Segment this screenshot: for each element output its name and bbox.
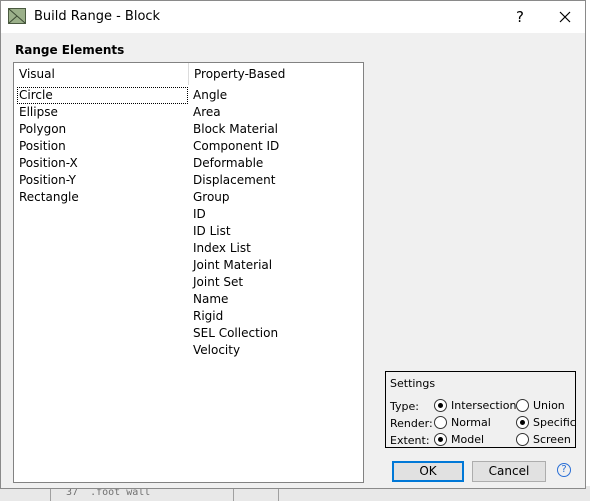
list-item-position-y[interactable]: Position-Y <box>17 172 188 189</box>
list-item-joint-set[interactable]: Joint Set <box>191 274 351 291</box>
radio-indicator[interactable] <box>434 416 447 429</box>
list-item-angle[interactable]: Angle <box>191 87 351 104</box>
list-item-sel-collection[interactable]: SEL Collection <box>191 325 351 342</box>
type-label: Type: <box>390 400 419 413</box>
list-item-joint-material[interactable]: Joint Material <box>191 257 351 274</box>
list-item-id-list[interactable]: ID List <box>191 223 351 240</box>
radio-type-intersection[interactable]: Intersection <box>434 399 516 412</box>
list-item-component-id[interactable]: Component ID <box>191 138 351 155</box>
list-item-block-material[interactable]: Block Material <box>191 121 351 138</box>
list-item-circle[interactable]: Circle <box>17 87 188 104</box>
range-elements-label: Range Elements <box>15 43 125 57</box>
extent-label: Extent: <box>390 434 430 447</box>
list-item-rectangle[interactable]: Rectangle <box>17 189 188 206</box>
radio-indicator[interactable] <box>516 433 529 446</box>
column-header-visual[interactable]: Visual <box>14 63 188 85</box>
property-based-list: Angle Area Block Material Component ID D… <box>191 87 351 359</box>
radio-extent-model[interactable]: Model <box>434 433 484 446</box>
radio-render-normal[interactable]: Normal <box>434 416 491 429</box>
list-item-id[interactable]: ID <box>191 206 351 223</box>
help-icon[interactable]: ? <box>557 463 571 477</box>
build-range-dialog: Build Range - Block ? Range Elements Vis… <box>0 0 586 489</box>
app-icon <box>8 8 26 24</box>
range-elements-list[interactable]: Visual Property-Based Circle Ellipse Pol… <box>13 62 364 483</box>
help-titlebar-icon[interactable]: ? <box>506 5 534 29</box>
window-title: Build Range - Block <box>34 9 161 24</box>
radio-indicator[interactable] <box>434 433 447 446</box>
column-header-property-based[interactable]: Property-Based <box>188 63 360 85</box>
radio-indicator[interactable] <box>516 399 529 412</box>
close-icon[interactable] <box>546 5 584 29</box>
radio-extent-screen[interactable]: Screen <box>516 433 571 446</box>
list-item-group[interactable]: Group <box>191 189 351 206</box>
list-item-position[interactable]: Position <box>17 138 188 155</box>
list-item-position-x[interactable]: Position-X <box>17 155 188 172</box>
list-item-polygon[interactable]: Polygon <box>17 121 188 138</box>
list-item-rigid[interactable]: Rigid <box>191 308 351 325</box>
radio-indicator[interactable] <box>516 416 529 429</box>
cancel-button[interactable]: Cancel <box>472 461 546 482</box>
settings-title: Settings <box>390 377 436 390</box>
ok-button[interactable]: OK <box>392 461 464 482</box>
visual-list: Circle Ellipse Polygon Position Position… <box>17 87 188 206</box>
render-label: Render: <box>390 417 433 430</box>
radio-type-union[interactable]: Union <box>516 399 565 412</box>
list-item-index-list[interactable]: Index List <box>191 240 351 257</box>
list-item-ellipse[interactable]: Ellipse <box>17 104 188 121</box>
radio-indicator[interactable] <box>434 399 447 412</box>
title-bar[interactable]: Build Range - Block ? <box>1 1 585 33</box>
list-item-deformable[interactable]: Deformable <box>191 155 351 172</box>
list-item-area[interactable]: Area <box>191 104 351 121</box>
radio-render-specific[interactable]: Specific <box>516 416 576 429</box>
list-item-name[interactable]: Name <box>191 291 351 308</box>
list-item-displacement[interactable]: Displacement <box>191 172 351 189</box>
settings-group: Settings Type: Intersection Union Render… <box>385 371 576 448</box>
list-item-velocity[interactable]: Velocity <box>191 342 351 359</box>
